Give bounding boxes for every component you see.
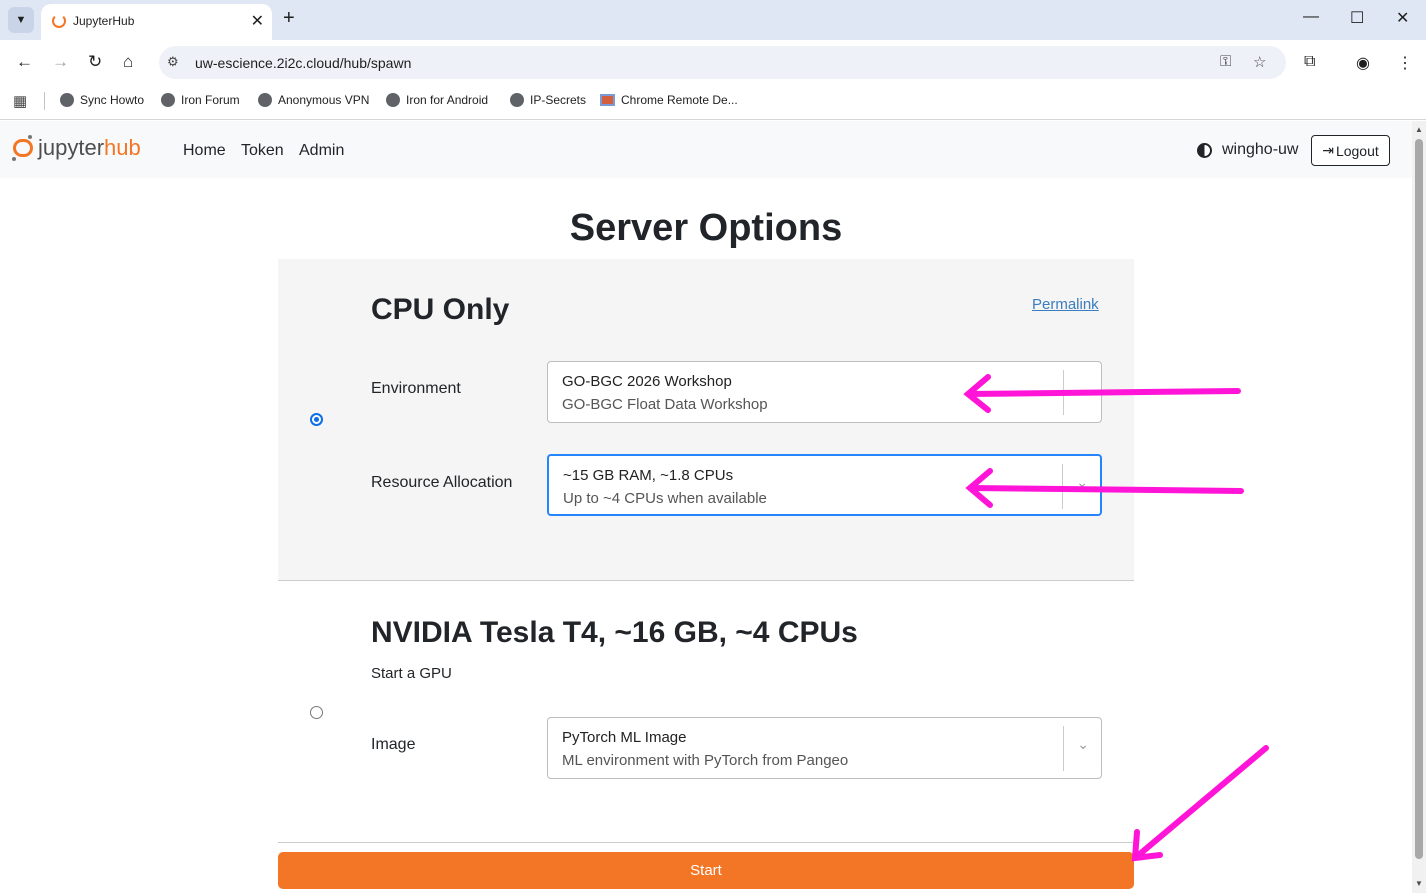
environment-desc: GO-BGC Float Data Workshop (562, 396, 768, 413)
close-icon[interactable]: ✕ (251, 11, 264, 31)
globe-icon (386, 93, 400, 107)
profile-option-gpu[interactable]: NVIDIA Tesla T4, ~16 GB, ~4 CPUs Start a… (278, 582, 1134, 843)
resource-label: Resource Allocation (371, 474, 513, 491)
resource-value: ~15 GB RAM, ~1.8 CPUs (563, 467, 734, 484)
logo-text-jupyter: jupyter (38, 135, 105, 160)
extensions-icon[interactable]: ⧉ (1304, 53, 1315, 71)
resource-select[interactable]: ~15 GB RAM, ~1.8 CPUs Up to ~4 CPUs when… (547, 454, 1102, 516)
bookmark-item[interactable]: Anonymous VPN (258, 93, 369, 107)
image-desc: ML environment with PyTorch from Pangeo (562, 752, 849, 769)
image-select[interactable]: PyTorch ML Image ML environment with PyT… (547, 717, 1102, 779)
url-text[interactable]: uw-escience.2i2c.cloud/hub/spawn (195, 55, 411, 71)
site-info-icon[interactable]: ⚙ (167, 54, 179, 70)
chevron-down-icon[interactable]: ⌄ (1076, 474, 1088, 491)
environment-value: GO-BGC 2026 Workshop (562, 373, 732, 390)
reload-icon[interactable]: ↻ (88, 52, 102, 72)
logo-text-hub: hub (104, 135, 141, 160)
browser-tab[interactable]: JupyterHub ✕ (41, 4, 272, 40)
globe-icon (60, 93, 74, 107)
page-title: Server Options (569, 207, 843, 249)
username: wingho-uw (1222, 141, 1299, 158)
gpu-option-desc: Start a GPU (371, 665, 452, 682)
scroll-thumb[interactable] (1415, 139, 1423, 859)
gpu-option-title: NVIDIA Tesla T4, ~16 GB, ~4 CPUs (371, 616, 858, 649)
menu-icon[interactable]: ⋮ (1397, 53, 1413, 73)
select-divider (1063, 370, 1064, 415)
bookmark-item[interactable]: Iron for Android (386, 93, 488, 107)
tab-title: JupyterHub (73, 14, 135, 28)
nav-token[interactable]: Token (241, 142, 284, 160)
logout-icon: ⇥ (1322, 142, 1334, 158)
nav-home[interactable]: Home (183, 142, 226, 160)
jupyterhub-navbar: jupyter hub Home Token Admin wingho-uw ⇥… (0, 121, 1412, 178)
logout-button[interactable]: ⇥ Logout (1311, 135, 1390, 166)
chevron-down-icon[interactable]: ⌄ (1077, 380, 1089, 397)
apps-grid-icon[interactable]: ▦ (13, 92, 27, 110)
back-icon[interactable]: ← (16, 52, 33, 72)
image-value: PyTorch ML Image (562, 729, 687, 746)
address-bar[interactable]: ⚙ uw-escience.2i2c.cloud/hub/spawn ⚿ ☆ (159, 46, 1286, 79)
cpu-option-title: CPU Only (371, 293, 510, 326)
profile-option-cpu[interactable]: CPU Only Permalink Environment GO-BGC 20… (278, 259, 1134, 581)
profile-icon[interactable]: ◉ (1356, 53, 1370, 73)
maximize-icon[interactable]: ☐ (1350, 8, 1364, 28)
bookmarks-divider (44, 92, 45, 110)
globe-icon (161, 93, 175, 107)
bookmarks-bar: ▦ Sync Howto Iron Forum Anonymous VPN Ir… (0, 84, 1426, 120)
bookmark-item[interactable]: Sync Howto (60, 93, 144, 107)
nav-admin[interactable]: Admin (299, 142, 344, 160)
bookmark-item[interactable]: IP-Secrets (510, 93, 586, 107)
jupyter-favicon-icon (52, 14, 66, 28)
theme-toggle-icon[interactable] (1197, 143, 1212, 158)
select-divider (1062, 464, 1063, 509)
bookmark-item[interactable]: Chrome Remote De... (600, 93, 738, 107)
jupyter-logo-icon (12, 135, 34, 161)
forward-icon[interactable]: → (52, 52, 69, 72)
scroll-down-icon[interactable]: ▼ (1415, 879, 1423, 888)
browser-tab-bar: ▼ JupyterHub ✕ + — ☐ ✕ (0, 0, 1426, 40)
environment-select[interactable]: GO-BGC 2026 Workshop GO-BGC Float Data W… (547, 361, 1102, 423)
page-scrollbar[interactable]: ▲ ▼ (1412, 121, 1426, 893)
page-content: jupyter hub Home Token Admin wingho-uw ⇥… (0, 121, 1412, 893)
cpu-radio[interactable] (310, 413, 323, 426)
select-divider (1063, 726, 1064, 771)
remote-desktop-icon (600, 94, 615, 106)
minimize-icon[interactable]: — (1303, 8, 1319, 26)
gpu-radio[interactable] (310, 706, 323, 719)
scroll-up-icon[interactable]: ▲ (1415, 125, 1423, 134)
star-icon[interactable]: ☆ (1253, 53, 1266, 71)
globe-icon (258, 93, 272, 107)
resource-desc: Up to ~4 CPUs when available (563, 490, 767, 507)
image-label: Image (371, 736, 416, 753)
jupyterhub-logo[interactable]: jupyter hub (12, 135, 141, 161)
new-tab-icon[interactable]: + (283, 7, 295, 30)
tab-search-icon[interactable]: ▼ (8, 7, 34, 33)
start-button[interactable]: Start (278, 852, 1134, 889)
home-icon[interactable]: ⌂ (123, 52, 133, 72)
globe-icon (510, 93, 524, 107)
bookmark-item[interactable]: Iron Forum (161, 93, 240, 107)
key-icon[interactable]: ⚿ (1220, 53, 1231, 70)
permalink-link[interactable]: Permalink (1032, 296, 1099, 313)
chevron-down-icon[interactable]: ⌄ (1077, 736, 1089, 753)
window-close-icon[interactable]: ✕ (1396, 8, 1409, 28)
environment-label: Environment (371, 380, 461, 397)
